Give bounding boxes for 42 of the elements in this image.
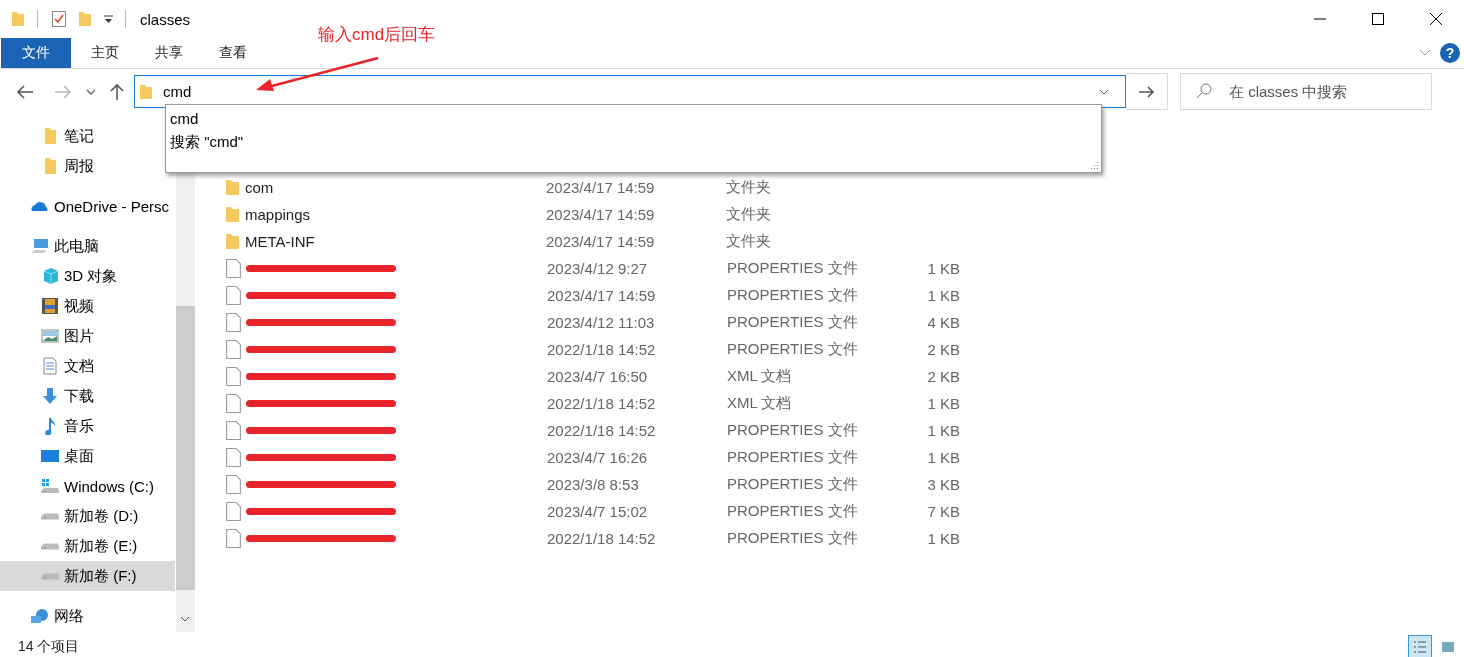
date-cell-text: 2023/4/7 16:26 bbox=[547, 449, 649, 466]
date-cell-text: 2023/4/12 11:03 bbox=[547, 314, 656, 331]
type-cell-text: PROPERTIES 文件 bbox=[727, 286, 859, 305]
item-count: 14 个项目 bbox=[18, 638, 80, 656]
type-cell-text: PROPERTIES 文件 bbox=[727, 259, 859, 278]
size-cell-text: 1 KB bbox=[926, 530, 960, 547]
date-cell-text: 2023/4/17 14:59 bbox=[547, 287, 657, 304]
date-cell-text: 2023/4/17 14:59 bbox=[546, 233, 656, 250]
type-cell-text: 文件夹 bbox=[726, 232, 772, 251]
type-cell-text: 文件夹 bbox=[726, 205, 772, 224]
size-cell-text: 1 KB bbox=[926, 422, 960, 439]
date-cell-text: 2023/4/7 15:02 bbox=[547, 503, 649, 520]
size-cell-text: 1 KB bbox=[926, 395, 960, 412]
type-cell-text: PROPERTIES 文件 bbox=[727, 448, 859, 467]
date-cell-text: 2023/4/17 14:59 bbox=[546, 206, 656, 223]
size-cell-text: 1 KB bbox=[926, 260, 960, 277]
date-cell-text: 2022/1/18 14:52 bbox=[547, 530, 657, 547]
size-cell-text: 1 KB bbox=[926, 287, 960, 304]
date-cell-text: 2022/1/18 14:52 bbox=[547, 395, 657, 412]
type-cell-text: PROPERTIES 文件 bbox=[727, 502, 859, 521]
type-cell-text: 文件夹 bbox=[726, 178, 772, 197]
type-cell-text: XML 文档 bbox=[727, 367, 793, 386]
type-cell-text: PROPERTIES 文件 bbox=[727, 421, 859, 440]
size-cell-text: 3 KB bbox=[926, 476, 960, 493]
date-cell-text: 2023/4/7 16:50 bbox=[547, 368, 649, 385]
size-cell-text: 7 KB bbox=[926, 503, 960, 520]
size-cell-text: 1 KB bbox=[926, 449, 960, 466]
date-cell-text: 2022/1/18 14:52 bbox=[547, 341, 657, 358]
type-cell-text: PROPERTIES 文件 bbox=[727, 475, 859, 494]
type-cell-text: XML 文档 bbox=[727, 394, 793, 413]
size-cell-text: 2 KB bbox=[926, 368, 960, 385]
size-cell-text: 4 KB bbox=[926, 314, 960, 331]
type-cell-text: PROPERTIES 文件 bbox=[727, 313, 859, 332]
date-cell-text: 2023/3/8 8:53 bbox=[547, 476, 640, 493]
window-title: classes bbox=[140, 10, 191, 28]
type-cell-text: PROPERTIES 文件 bbox=[727, 529, 859, 548]
annotation-text: 输入cmd后回车 bbox=[318, 24, 436, 46]
date-cell-text: 2022/1/18 14:52 bbox=[547, 422, 657, 439]
date-cell-text: 2023/4/12 9:27 bbox=[547, 260, 649, 277]
type-cell-text: PROPERTIES 文件 bbox=[727, 340, 859, 359]
size-cell-text: 2 KB bbox=[926, 341, 960, 358]
date-cell-text: 2023/4/17 14:59 bbox=[546, 179, 656, 196]
